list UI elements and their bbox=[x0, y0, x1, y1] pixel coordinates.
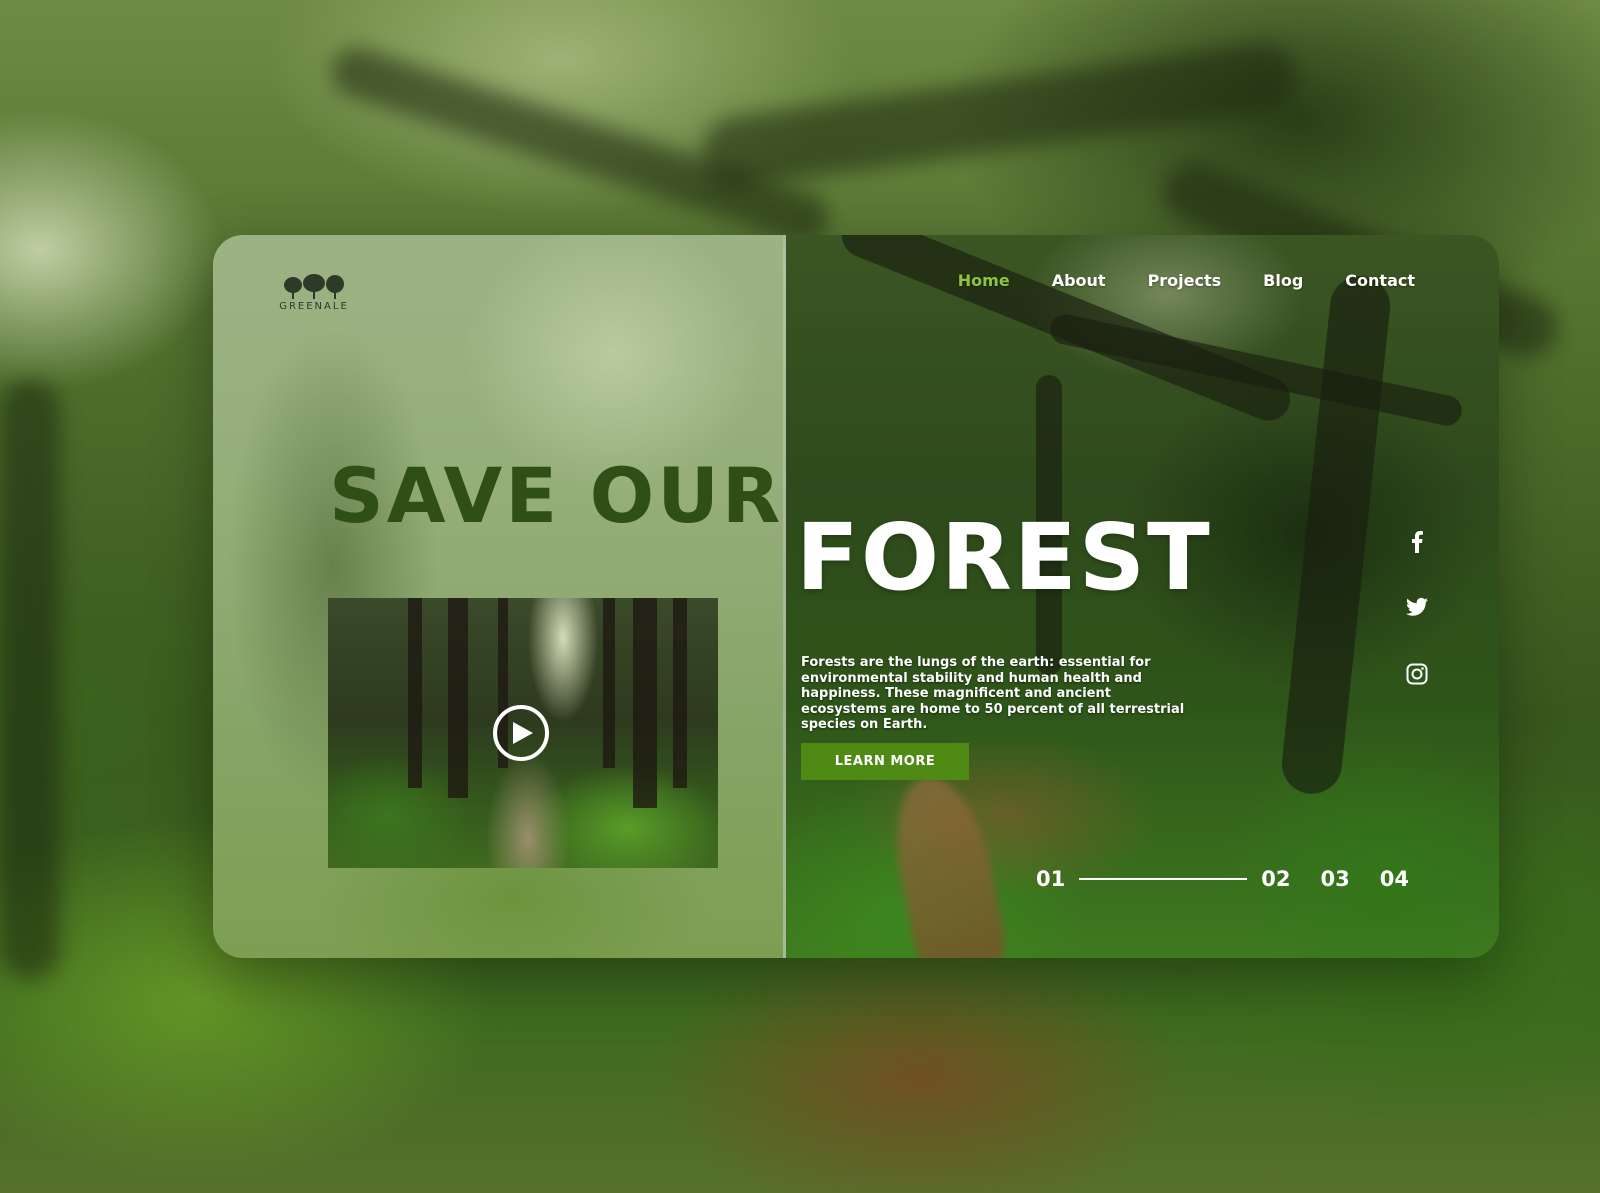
video-thumbnail[interactable] bbox=[328, 598, 718, 868]
logo-text: GREENALE bbox=[279, 301, 349, 312]
headline-forest: FOREST bbox=[796, 504, 1212, 611]
headline-save-our: SAVE OUR bbox=[329, 451, 784, 540]
pagination-progress-line bbox=[1079, 878, 1248, 880]
twitter-icon[interactable] bbox=[1406, 597, 1428, 621]
hero-card: GREENALE Home About Projects Blog Contac… bbox=[213, 235, 1499, 958]
page-03[interactable]: 03 bbox=[1320, 867, 1349, 891]
learn-more-button[interactable]: LEARN MORE bbox=[801, 743, 969, 780]
facebook-icon[interactable] bbox=[1411, 531, 1423, 555]
trees-logo-icon bbox=[284, 274, 344, 299]
nav-item-contact[interactable]: Contact bbox=[1345, 271, 1415, 290]
nav-item-home[interactable]: Home bbox=[958, 271, 1010, 290]
social-links bbox=[1405, 531, 1429, 687]
panel-divider bbox=[783, 235, 786, 958]
page-02[interactable]: 02 bbox=[1261, 867, 1290, 891]
play-button[interactable] bbox=[493, 705, 549, 761]
instagram-icon[interactable] bbox=[1406, 663, 1428, 687]
main-nav: Home About Projects Blog Contact bbox=[916, 271, 1415, 290]
page-04[interactable]: 04 bbox=[1380, 867, 1409, 891]
nav-item-about[interactable]: About bbox=[1052, 271, 1106, 290]
nav-item-projects[interactable]: Projects bbox=[1148, 271, 1222, 290]
slide-pagination: 01 02 03 04 bbox=[1036, 867, 1409, 891]
play-icon bbox=[513, 722, 533, 744]
nav-item-blog[interactable]: Blog bbox=[1263, 271, 1303, 290]
page-01[interactable]: 01 bbox=[1036, 867, 1065, 891]
logo[interactable]: GREENALE bbox=[278, 273, 350, 312]
hero-description: Forests are the lungs of the earth: esse… bbox=[801, 655, 1185, 732]
